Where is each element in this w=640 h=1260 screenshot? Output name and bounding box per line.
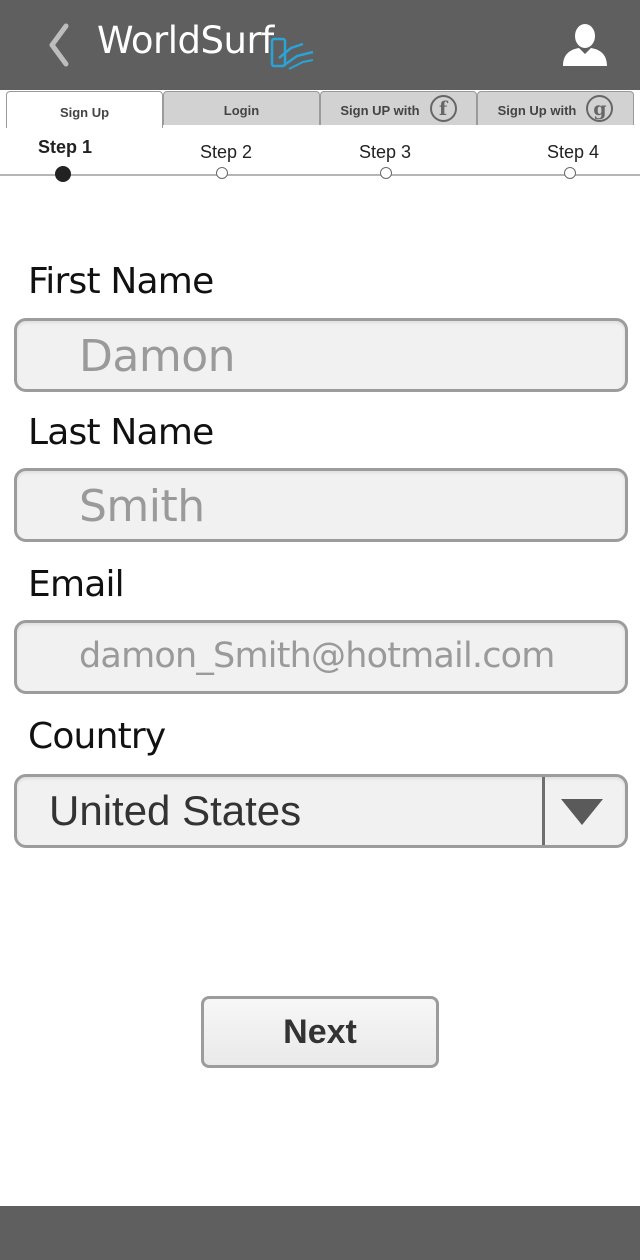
- step-2-dot: [216, 167, 228, 179]
- tab-sign-up-google[interactable]: Sign Up with g: [477, 91, 634, 125]
- last-name-field[interactable]: Smith: [14, 468, 628, 542]
- last-name-value: Smith: [79, 481, 205, 532]
- email-field[interactable]: damon_Smith@hotmail.com: [14, 620, 628, 694]
- google-icon: g: [586, 95, 614, 122]
- select-divider: [542, 777, 545, 845]
- footer-bar: [0, 1206, 640, 1260]
- tab-label: Login: [223, 103, 260, 118]
- chevron-left-icon[interactable]: [42, 20, 76, 70]
- email-label: Email: [28, 564, 125, 605]
- phone-logo-icon: [270, 37, 314, 70]
- country-value: United States: [49, 787, 302, 834]
- step-progress-line: [0, 174, 640, 176]
- tab-label: Sign UP with: [340, 103, 420, 118]
- step-4-label: Step 4: [547, 142, 600, 162]
- tab-label: Sign Up with: [497, 103, 577, 118]
- email-value: damon_Smith@hotmail.com: [79, 636, 555, 676]
- step-4-dot: [564, 167, 576, 179]
- user-icon[interactable]: [561, 22, 609, 68]
- tab-label: Sign Up: [59, 104, 110, 120]
- auth-tabs: Sign Up Login Sign UP with f Sign Up wit…: [0, 90, 640, 128]
- step-2-label: Step 2: [200, 142, 253, 162]
- tab-sign-up-facebook[interactable]: Sign UP with f: [320, 91, 477, 125]
- last-name-label: Last Name: [28, 412, 214, 453]
- step-3-dot: [380, 167, 392, 179]
- app-title: WorldSurf: [97, 19, 274, 62]
- first-name-value: Damon: [79, 331, 236, 382]
- chevron-down-icon[interactable]: [561, 799, 603, 825]
- step-1-dot: [55, 166, 71, 182]
- country-label: Country: [28, 716, 166, 757]
- app-header: WorldSurf: [0, 0, 640, 90]
- next-button[interactable]: Next: [201, 996, 439, 1068]
- tab-login[interactable]: Login: [163, 91, 320, 125]
- country-select[interactable]: United States: [14, 774, 628, 848]
- step-indicator: Step 1 Step 2 Step 3 Step 4: [0, 128, 640, 188]
- first-name-label: First Name: [28, 261, 214, 302]
- tab-sign-up[interactable]: Sign Up: [6, 91, 163, 128]
- facebook-icon: f: [429, 95, 457, 122]
- step-1-label: Step 1: [38, 137, 93, 157]
- first-name-field[interactable]: Damon: [14, 318, 628, 392]
- step-3-label: Step 3: [359, 142, 412, 162]
